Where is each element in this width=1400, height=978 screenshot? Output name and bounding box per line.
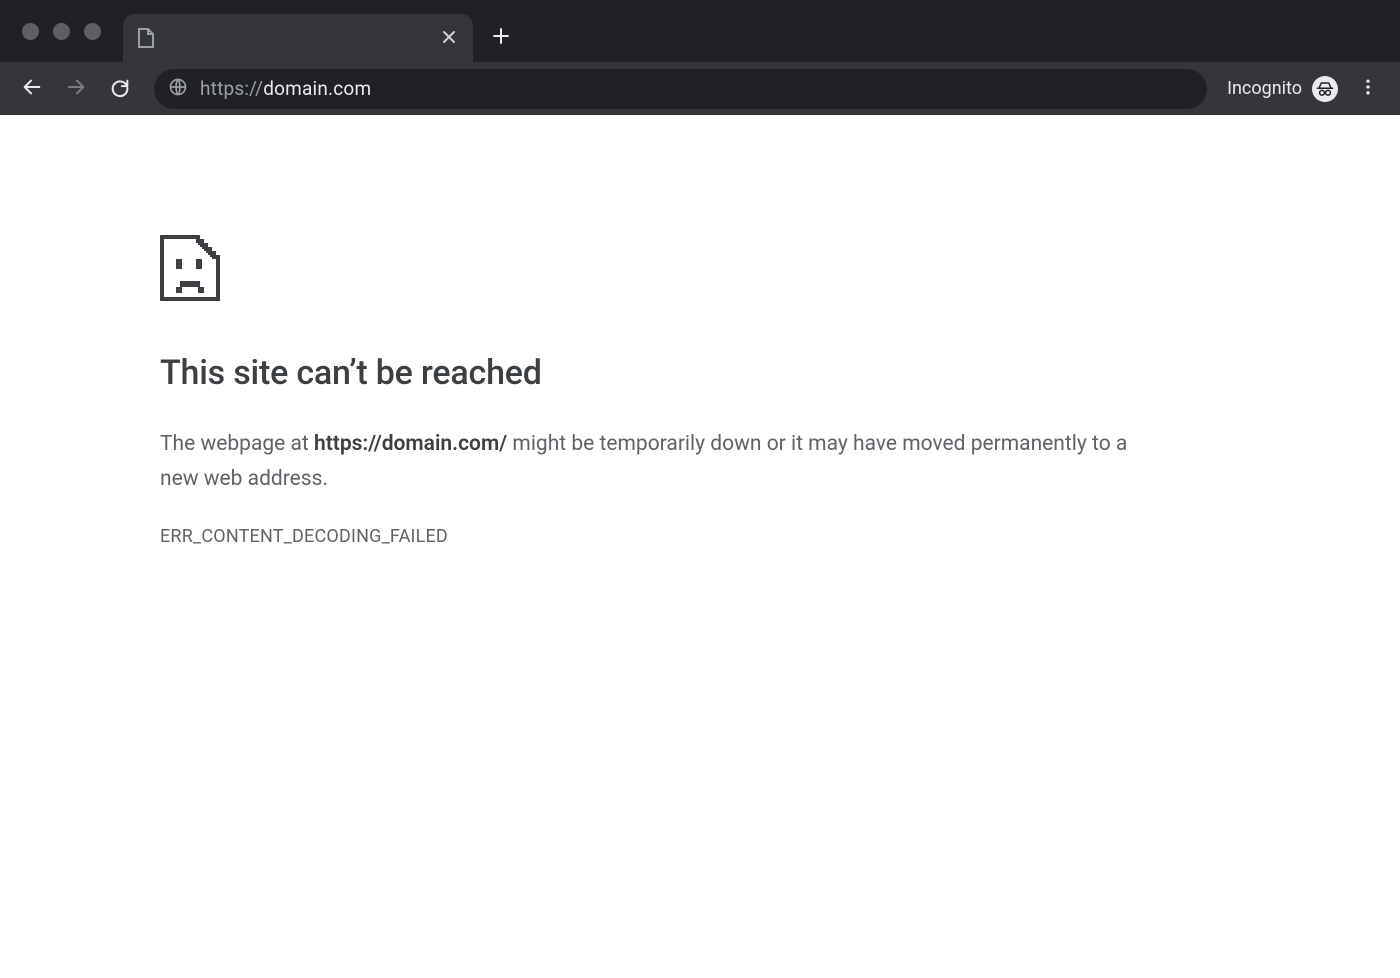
error-heading: This site can’t be reached [160,353,1240,393]
plus-icon [492,27,510,49]
back-button[interactable] [12,69,52,109]
browser-menu-button[interactable] [1348,69,1388,109]
url-text: https://domain.com [200,77,371,100]
globe-icon [168,77,188,101]
error-code: ERR_CONTENT_DECODING_FAILED [160,526,1240,547]
forward-button[interactable] [56,69,96,109]
window-minimize-dot[interactable] [53,23,70,40]
window-controls [8,23,123,62]
tab-favicon-icon [137,28,155,48]
error-message-pre: The webpage at [160,432,314,456]
reload-icon [109,76,131,102]
incognito-indicator[interactable]: Incognito [1221,76,1344,102]
browser-tab[interactable] [123,14,473,62]
tab-strip [0,0,1400,62]
tab-close-button[interactable] [439,28,459,48]
site-info-button[interactable] [168,77,188,101]
incognito-label: Incognito [1227,78,1302,99]
toolbar: https://domain.com Incognito [0,62,1400,115]
close-icon [442,29,456,48]
kebab-menu-icon [1358,77,1378,101]
window-zoom-dot[interactable] [84,23,101,40]
address-bar[interactable]: https://domain.com [154,69,1207,109]
new-tab-button[interactable] [481,18,521,58]
error-message: The webpage at https://domain.com/ might… [160,427,1150,496]
arrow-right-icon [65,76,87,102]
url-scheme: https:// [200,77,263,100]
window-close-dot[interactable] [22,23,39,40]
error-page: This site can’t be reached The webpage a… [0,115,1400,547]
url-host: domain.com [263,77,371,100]
error-message-url: https://domain.com/ [314,432,507,456]
reload-button[interactable] [100,69,140,109]
arrow-left-icon [21,76,43,102]
sad-page-icon [160,235,1240,301]
browser-chrome: https://domain.com Incognito [0,0,1400,115]
incognito-icon [1312,76,1338,102]
